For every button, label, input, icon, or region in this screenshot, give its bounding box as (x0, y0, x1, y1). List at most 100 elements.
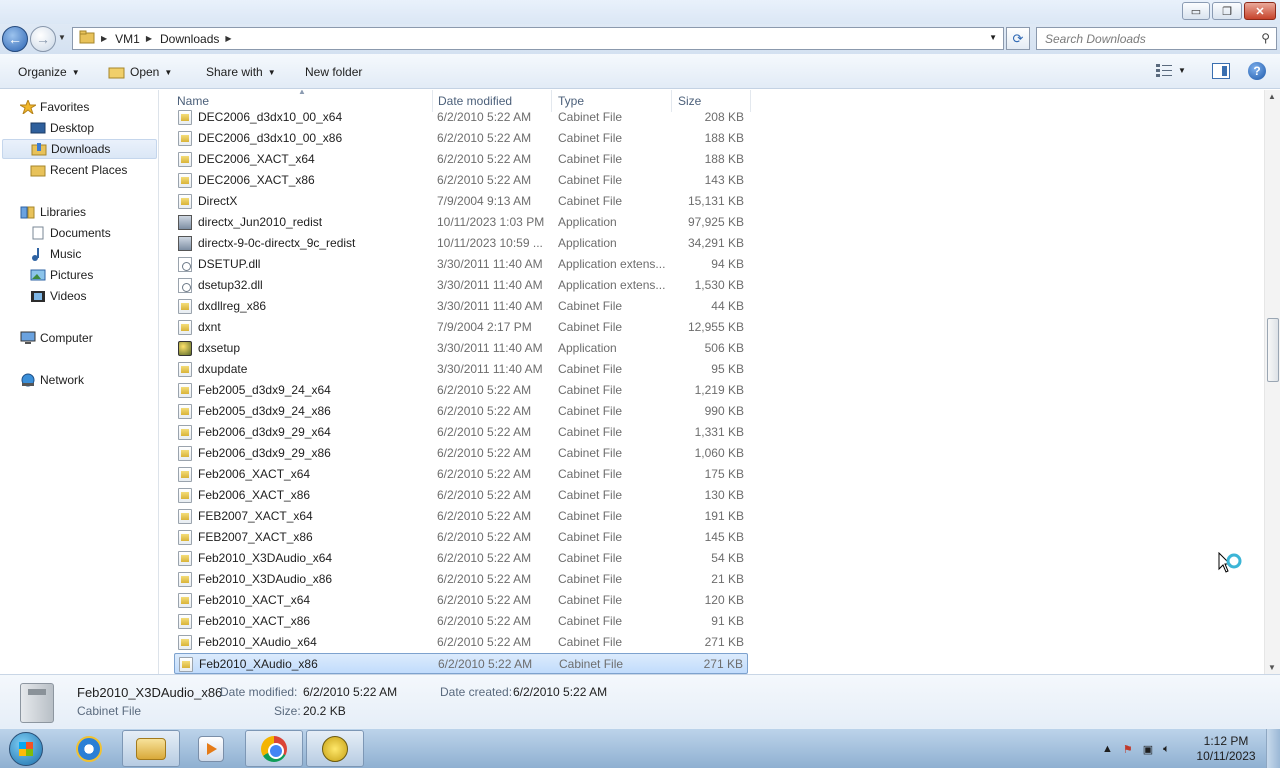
computer-icon (20, 331, 36, 345)
file-date-modified: 3/30/2011 11:40 AM (437, 278, 543, 292)
start-button[interactable] (4, 731, 48, 767)
file-row[interactable]: DEC2006_XACT_x64 6/2/2010 5:22 AM Cabinet … (174, 149, 748, 170)
taskbar-media-player[interactable] (182, 730, 240, 767)
file-row[interactable]: DEC2006_XACT_x86 6/2/2010 5:22 AM Cabinet … (174, 170, 748, 191)
search-box[interactable]: ⚲ (1036, 27, 1277, 50)
share-with-button[interactable]: Share with ▼ (206, 65, 276, 79)
column-name[interactable]: Name (177, 94, 209, 108)
scrollbar-thumb[interactable] (1267, 318, 1279, 382)
file-row[interactable]: Feb2006_XACT_x86 6/2/2010 5:22 AM Cabinet … (174, 485, 748, 506)
volume-muted-icon[interactable]: 🔈︎ (1163, 743, 1170, 756)
close-button[interactable]: ✕ (1244, 2, 1276, 20)
file-row[interactable]: DEC2006_d3dx10_00_x86 6/2/2010 5:22 AM Cab… (174, 128, 748, 149)
nav-network[interactable]: Network (20, 370, 84, 390)
taskbar-setup-app[interactable] (306, 730, 364, 767)
open-label: Open (130, 65, 160, 79)
breadcrumb-vm1[interactable]: VM1 (115, 32, 140, 46)
file-row[interactable]: dxupdate 3/30/2011 11:40 AM Cabinet File 95… (174, 359, 748, 380)
file-size: 271 KB (703, 657, 743, 671)
nav-music[interactable]: Music (30, 244, 81, 264)
nav-favorites[interactable]: Favorites (18, 97, 89, 117)
file-size: 21 KB (711, 572, 744, 586)
file-row[interactable]: Feb2006_d3dx9_29_x86 6/2/2010 5:22 AM Cabi… (174, 443, 748, 464)
clock-date: 10/11/2023 (1196, 749, 1256, 763)
file-row[interactable]: dxsetup 3/30/2011 11:40 AM Application 506 … (174, 338, 748, 359)
forward-button[interactable]: → (30, 26, 56, 52)
nav-desktop[interactable]: Desktop (30, 118, 94, 138)
details-date-created: 6/2/2010 5:22 AM (513, 685, 608, 699)
file-row[interactable]: FEB2007_XACT_x64 6/2/2010 5:22 AM Cabinet … (174, 506, 748, 527)
breadcrumb-separator-icon[interactable]: ▶ (101, 34, 107, 43)
refresh-button[interactable]: ⟳ (1006, 27, 1030, 50)
file-row[interactable]: Feb2010_XAudio_x86 6/2/2010 5:22 AM Cabine… (174, 653, 748, 674)
help-button[interactable]: ? (1248, 62, 1266, 80)
recent-pages-dropdown-icon[interactable]: ▼ (58, 33, 66, 42)
taskbar-internet-explorer[interactable] (60, 730, 118, 767)
column-size[interactable]: Size (678, 94, 701, 108)
action-center-warning-icon[interactable]: ⚑ (1123, 743, 1133, 756)
file-row[interactable]: DSETUP.dll 3/30/2011 11:40 AM Application … (174, 254, 748, 275)
file-row[interactable]: Feb2006_d3dx9_29_x64 6/2/2010 5:22 AM Cabi… (174, 422, 748, 443)
breadcrumb-downloads[interactable]: Downloads (160, 32, 219, 46)
nav-computer[interactable]: Computer (20, 328, 93, 348)
nav-videos[interactable]: Videos (30, 286, 86, 306)
column-type[interactable]: Type (558, 94, 584, 108)
file-row[interactable]: Feb2005_d3dx9_24_x64 6/2/2010 5:22 AM Cabi… (174, 380, 748, 401)
file-row[interactable]: directx_Jun2010_redist 10/11/2023 1:03 PM… (174, 212, 748, 233)
show-hidden-icons-arrow-icon[interactable]: ▲ (1102, 743, 1113, 755)
address-row: ← → ▼ ▶ VM1 ▶ Downloads ▶ ▼ ⟳ ⚲ (0, 24, 1280, 54)
breadcrumb-separator-icon[interactable]: ▶ (146, 34, 152, 43)
search-icon[interactable]: ⚲ (1261, 31, 1270, 45)
file-row[interactable]: Feb2010_XACT_x86 6/2/2010 5:22 AM Cabinet … (174, 611, 748, 632)
new-folder-label: New folder (305, 65, 363, 79)
organize-button[interactable]: Organize ▼ (18, 65, 80, 79)
system-clock[interactable]: 1:12 PM 10/11/2023 (1194, 734, 1258, 764)
new-folder-button[interactable]: New folder (305, 65, 362, 79)
maximize-button[interactable]: ❐ (1212, 2, 1242, 20)
file-size: 1,219 KB (694, 383, 744, 397)
file-row[interactable]: dxdllreg_x86 3/30/2011 11:40 AM Cabinet Fi… (174, 296, 748, 317)
nav-libraries[interactable]: Libraries (20, 202, 86, 222)
column-date-modified[interactable]: Date modified (438, 94, 512, 108)
file-row[interactable]: Feb2010_XAudio_x64 6/2/2010 5:22 AM Cabine… (174, 632, 748, 653)
file-row[interactable]: DirectX 7/9/2004 9:13 AM Cabinet File 15,13… (174, 191, 748, 212)
file-row[interactable]: Feb2010_X3DAudio_x64 6/2/2010 5:22 AM Cabi… (174, 548, 748, 569)
minimize-button[interactable]: ▭ (1182, 2, 1210, 20)
taskbar-windows-explorer[interactable] (122, 730, 180, 767)
address-bar[interactable]: ▶ VM1 ▶ Downloads ▶ ▼ (72, 27, 1004, 50)
file-row[interactable]: Feb2006_XACT_x64 6/2/2010 5:22 AM Cabinet … (174, 464, 748, 485)
file-name: dxupdate (198, 362, 248, 376)
file-row[interactable]: FEB2007_XACT_x86 6/2/2010 5:22 AM Cabinet … (174, 527, 748, 548)
media-player-icon (198, 735, 224, 762)
file-row[interactable]: Feb2010_XACT_x64 6/2/2010 5:22 AM Cabinet … (174, 590, 748, 611)
search-input[interactable] (1045, 31, 1250, 46)
nav-pictures[interactable]: Pictures (30, 265, 93, 285)
address-dropdown-icon[interactable]: ▼ (989, 33, 997, 42)
file-row[interactable]: DEC2006_d3dx10_00_x64 6/2/2010 5:22 AM Cab… (174, 107, 748, 128)
nav-downloads-label: Downloads (51, 142, 111, 156)
file-row[interactable]: Feb2005_d3dx9_24_x86 6/2/2010 5:22 AM Cabi… (174, 401, 748, 422)
vertical-scrollbar[interactable]: ▲ ▼ (1264, 90, 1280, 674)
open-button[interactable]: Open ▼ (108, 65, 172, 79)
show-desktop-button[interactable] (1266, 729, 1280, 768)
nav-recent-places[interactable]: Recent Places (30, 160, 127, 180)
file-type: Cabinet File (558, 467, 623, 481)
file-size: 175 KB (704, 467, 744, 481)
file-type: Application (558, 215, 617, 229)
back-button[interactable]: ← (2, 26, 28, 52)
recent-places-icon (30, 163, 46, 177)
change-view-button[interactable]: ▼ (1156, 63, 1186, 77)
taskbar-chrome[interactable] (245, 730, 303, 767)
file-row[interactable]: directx-9-0c-directx_9c_redist 10/11/2023… (174, 233, 748, 254)
scroll-down-arrow-icon[interactable]: ▼ (1268, 663, 1276, 672)
nav-documents[interactable]: Documents (30, 223, 111, 243)
nav-downloads[interactable]: Downloads (2, 139, 157, 159)
network-status-icon[interactable]: ▣ (1143, 743, 1153, 756)
file-row[interactable]: Feb2010_X3DAudio_x86 6/2/2010 5:22 AM Cabi… (174, 569, 748, 590)
file-row[interactable]: dsetup32.dll 3/30/2011 11:40 AM Applicatio… (174, 275, 748, 296)
file-date-modified: 6/2/2010 5:22 AM (437, 635, 532, 649)
preview-pane-button[interactable] (1212, 63, 1230, 79)
scroll-up-arrow-icon[interactable]: ▲ (1268, 92, 1276, 101)
file-row[interactable]: dxnt 7/9/2004 2:17 PM Cabinet File 12,955 K… (174, 317, 748, 338)
breadcrumb-separator-icon[interactable]: ▶ (225, 34, 231, 43)
